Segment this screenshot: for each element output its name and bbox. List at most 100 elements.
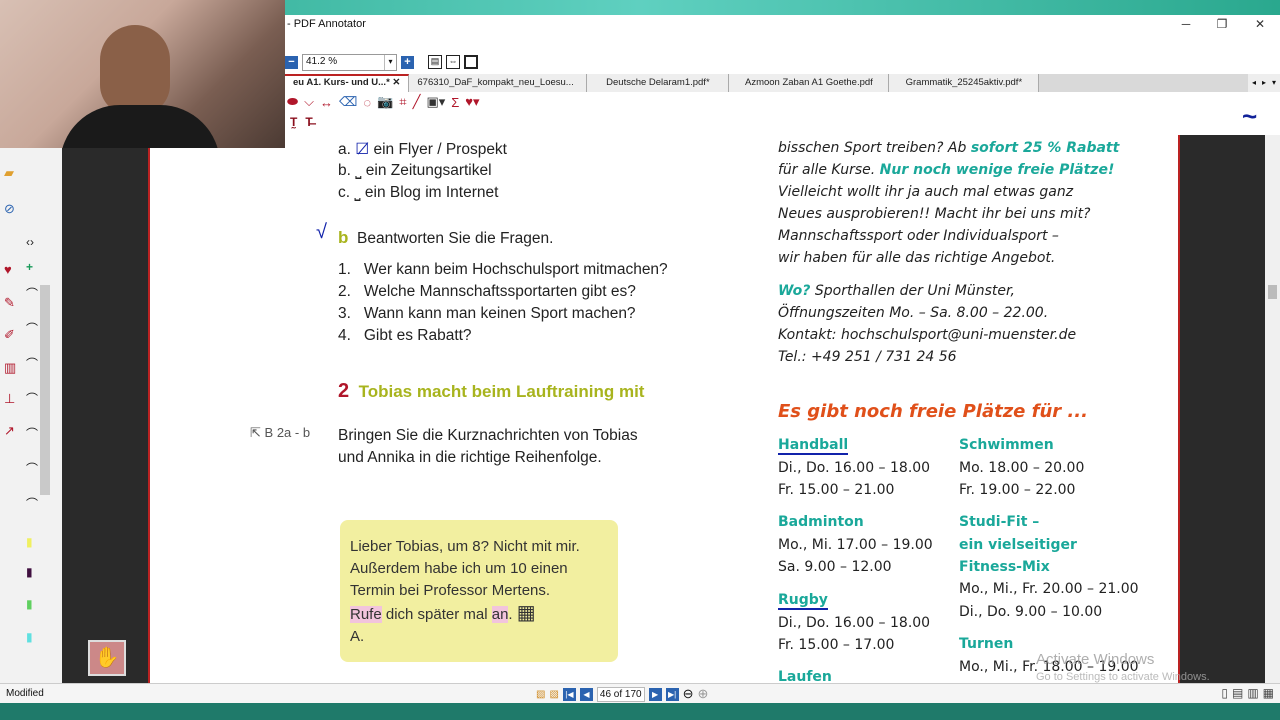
- back-icon[interactable]: ⊖: [683, 686, 694, 702]
- instruction-line: und Annika in die richtige Reihenfolge.: [338, 449, 602, 466]
- stamp-icon[interactable]: ⊥: [4, 391, 15, 407]
- tab-document-3[interactable]: Deutsche Delaram1.pdf*: [587, 74, 730, 92]
- pen-preset-icon[interactable]: ⌒: [26, 495, 38, 512]
- insert-image-icon[interactable]: ▣▾: [426, 94, 445, 110]
- question-number: 4.: [338, 327, 351, 344]
- maximize-button[interactable]: ❐: [1204, 15, 1240, 35]
- zoom-value: 41.2 %: [306, 55, 338, 67]
- activate-windows-watermark: Activate Windows: [1036, 651, 1155, 668]
- previous-page-button[interactable]: ◀: [579, 687, 593, 701]
- ruler-icon[interactable]: ╱: [413, 94, 421, 110]
- marker-dark-icon[interactable]: ▮: [26, 565, 33, 579]
- sigma-icon[interactable]: Σ: [451, 95, 459, 110]
- forward-icon[interactable]: ⊕: [698, 686, 709, 702]
- highlighter-icon[interactable]: ✐: [4, 327, 15, 343]
- pen-preset-icon[interactable]: ⌒: [26, 425, 38, 442]
- expand-panel-icon[interactable]: ‹›: [26, 235, 34, 249]
- sport-name: Badminton: [778, 514, 864, 530]
- arrow-icon[interactable]: ↗: [4, 423, 15, 439]
- tool-panel-scrollbar[interactable]: [40, 285, 50, 495]
- checkbox-icon: ⎵: [354, 184, 361, 201]
- full-screen-icon[interactable]: [464, 55, 478, 69]
- pen-tool-icon[interactable]: ✎: [4, 295, 15, 311]
- pen-style-preview-icon[interactable]: ~: [1242, 101, 1257, 132]
- highlighter-yellow-icon[interactable]: ▮: [26, 535, 33, 549]
- tab-document-5[interactable]: Grammatik_25245aktiv.pdf*: [889, 74, 1040, 92]
- message-text: dich später mal: [381, 606, 492, 623]
- question-text: Wann kann man keinen Sport machen?: [363, 305, 636, 322]
- sport-time: Fr. 19.00 – 22.00: [959, 482, 1076, 498]
- flyer-text: Neues ausprobieren!! Macht ihr bei uns m…: [778, 206, 1091, 222]
- tab-document-2[interactable]: 676310_DaF_kompakt_neu_Loesu...: [409, 74, 588, 92]
- single-page-view-icon[interactable]: ▯: [1221, 686, 1228, 700]
- insert-page-icon[interactable]: ▧: [536, 689, 545, 700]
- activate-windows-hint: Go to Settings to activate Windows.: [1036, 671, 1210, 683]
- polygon-icon[interactable]: ⌵: [304, 94, 314, 110]
- document-area: ▰ ⊘ ‹› ♥ + ✎ ✐ ▥ ⊥ ↗ ⌒ ⌒ ⌒ ⌒ ⌒ ⌒ ⌒ ▮ ▮ ▮…: [0, 135, 1280, 685]
- measure-icon[interactable]: ↔: [320, 95, 333, 110]
- camera-icon[interactable]: 📷: [377, 94, 393, 110]
- fit-page-icon[interactable]: ▤: [428, 55, 442, 69]
- two-page-view-icon[interactable]: ▥: [1247, 686, 1258, 700]
- chevron-down-icon[interactable]: ▾: [384, 54, 396, 70]
- next-page-button[interactable]: ▶: [648, 687, 662, 701]
- fit-width-icon[interactable]: ⇔: [446, 55, 460, 69]
- cross-reference-icon: ⇱: [250, 425, 261, 440]
- highlighter-cyan-icon[interactable]: ▮: [26, 630, 33, 644]
- highlighted-word: Rufe: [350, 606, 382, 623]
- close-button[interactable]: ✕: [1242, 15, 1278, 35]
- zoom-toolbar: − 41.2 % ▾ + ▤ ⇔: [285, 52, 478, 72]
- pen-preset-icon[interactable]: ⌒: [26, 355, 38, 372]
- favorites-heart-icon[interactable]: ♥▾: [465, 94, 479, 110]
- flyer-text: bisschen Sport treiben? Ab: [778, 140, 971, 156]
- sport-name: Rugby: [778, 592, 828, 610]
- highlighter-green-icon[interactable]: ▮: [26, 597, 33, 611]
- question-text: Welche Mannschaftssportarten gibt es?: [363, 283, 636, 300]
- close-tab-icon[interactable]: ✕: [392, 77, 400, 88]
- pen-preset-icon[interactable]: ⌒: [26, 285, 38, 302]
- vertical-scrollbar[interactable]: [1265, 135, 1280, 683]
- paperclip-icon[interactable]: ⊘: [4, 201, 15, 217]
- last-page-button[interactable]: ▶|: [665, 687, 679, 701]
- tab-next-icon[interactable]: ▸: [1262, 78, 1266, 88]
- tab-menu-icon[interactable]: ▾: [1272, 78, 1276, 88]
- folder-icon[interactable]: ▰: [4, 165, 14, 181]
- pen-preset-icon[interactable]: ⌒: [26, 320, 38, 337]
- favorites-icon[interactable]: ♥: [4, 262, 12, 277]
- flyer-heading: Es gibt noch freie Plätze für ...: [778, 401, 1088, 422]
- zoom-in-button[interactable]: +: [401, 55, 414, 69]
- flyer-phone: Tel.: +49 251 / 731 24 56: [778, 349, 957, 365]
- page-number-field[interactable]: 46 of 170: [596, 686, 645, 702]
- minimize-button[interactable]: ─: [1168, 15, 1204, 35]
- add-tool-icon[interactable]: +: [26, 260, 33, 274]
- append-page-icon[interactable]: ▧: [549, 689, 558, 700]
- question-text: Wer kann beim Hochschulsport mitmachen?: [363, 261, 668, 278]
- text-toolbar: T̰ T̶: [290, 115, 313, 129]
- tab-document-4[interactable]: Azmoon Zaban A1 Goethe.pdf: [729, 74, 890, 92]
- option-text: ein Zeitungsartikel: [365, 162, 492, 179]
- document-tabs: eu A1. Kurs- und U...* ✕ 676310_DaF_komp…: [285, 74, 1280, 92]
- pen-preset-icon[interactable]: ⌒: [26, 460, 38, 477]
- lasso-icon[interactable]: ◌: [363, 95, 371, 110]
- chart-stamp-icon[interactable]: ▥: [4, 360, 16, 376]
- first-page-button[interactable]: |◀: [562, 687, 576, 701]
- hand-tool-icon[interactable]: ✋: [88, 640, 126, 676]
- zoom-select[interactable]: 41.2 % ▾: [302, 53, 397, 71]
- pen-preset-icon[interactable]: ⌒: [26, 390, 38, 407]
- underline-text-icon[interactable]: T̰: [290, 115, 297, 129]
- crop-icon[interactable]: ⌗: [399, 94, 406, 110]
- strikeout-text-icon[interactable]: T̶: [305, 115, 312, 129]
- sport-name: Turnen: [959, 636, 1014, 652]
- tab-document-1[interactable]: eu A1. Kurs- und U...* ✕: [285, 74, 410, 92]
- eraser-icon[interactable]: ⌫: [339, 94, 357, 110]
- message-line: Termin bei Professor Mertens.: [350, 582, 551, 599]
- zoom-out-button[interactable]: −: [285, 55, 298, 69]
- tab-prev-icon[interactable]: ◂: [1252, 78, 1256, 88]
- question-number: 3.: [338, 305, 351, 322]
- continuous-view-icon[interactable]: ▤: [1232, 686, 1243, 700]
- presenter-face: [100, 25, 170, 115]
- scroll-thumb[interactable]: [1268, 285, 1277, 299]
- ellipse-icon[interactable]: ⬬: [287, 94, 298, 110]
- sport-time: Sa. 9.00 – 12.00: [778, 559, 892, 575]
- two-page-continuous-icon[interactable]: ▦: [1263, 686, 1274, 700]
